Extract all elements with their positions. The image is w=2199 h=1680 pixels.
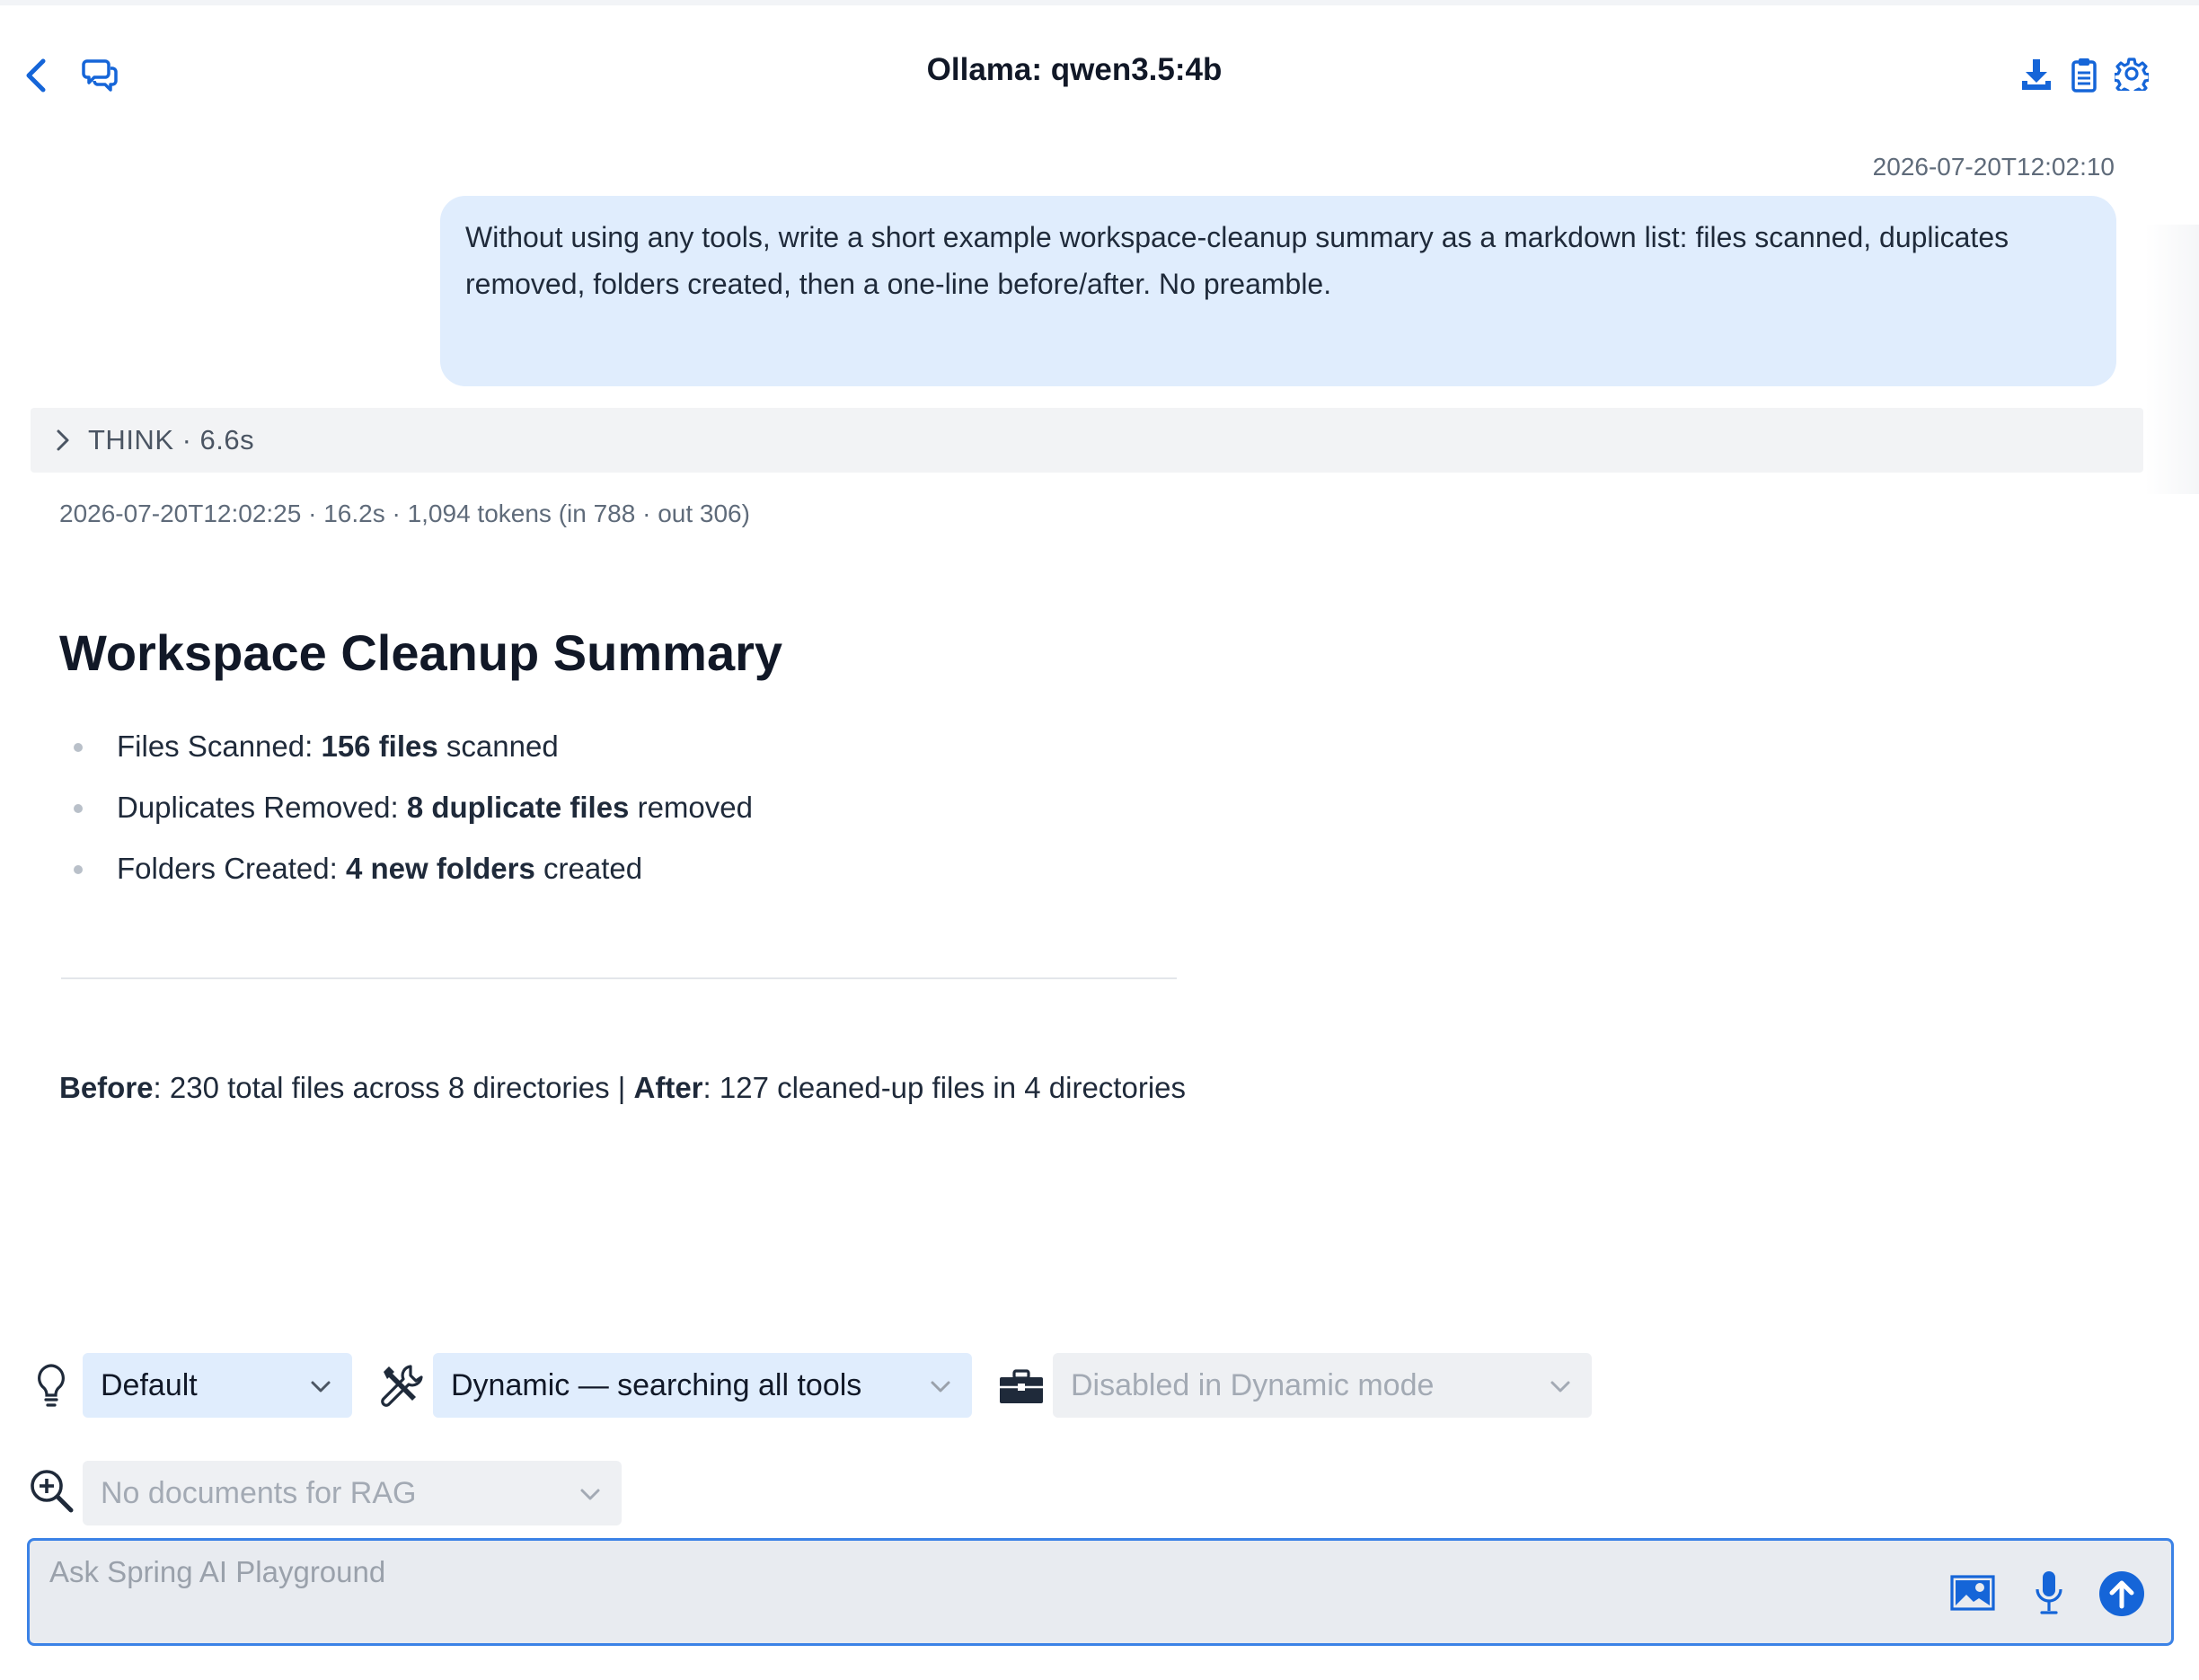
before-after-line: Before: 230 total files across 8 directo…	[59, 1071, 1187, 1104]
rag-search-icon	[27, 1466, 75, 1515]
settings-button[interactable]	[2113, 54, 2150, 93]
chevron-down-icon	[1550, 1381, 1570, 1393]
scroll-shadow	[2145, 225, 2199, 494]
chat-input-box	[27, 1538, 2174, 1646]
divider	[61, 977, 1177, 979]
user-message-bubble: Without using any tools, write a short e…	[440, 196, 2116, 386]
download-icon	[2022, 59, 2051, 90]
send-button[interactable]	[2097, 1569, 2146, 1618]
rag-select: No documents for RAG	[83, 1461, 622, 1525]
arrow-up-circle-icon	[2099, 1571, 2144, 1616]
chat-input[interactable]	[49, 1550, 1846, 1595]
microphone-icon	[2036, 1571, 2062, 1614]
page-title: Ollama: qwen3.5:4b	[926, 52, 1223, 87]
chevron-down-icon	[931, 1381, 950, 1393]
response-meta: 2026-07-20T12:02:25 · 16.2s · 1,094 toke…	[59, 500, 750, 527]
tools-icon	[377, 1362, 426, 1410]
user-message-timestamp: 2026-07-20T12:02:10	[1872, 153, 2115, 181]
chevron-right-icon	[57, 429, 69, 451]
bullet	[74, 804, 83, 813]
chevron-down-icon	[311, 1381, 331, 1393]
microphone-button[interactable]	[2031, 1568, 2067, 1618]
toolkit-select: Disabled in Dynamic mode	[1053, 1353, 1592, 1418]
copy-button[interactable]	[2068, 54, 2100, 95]
lightbulb-icon	[32, 1362, 70, 1410]
attach-image-button[interactable]	[1948, 1573, 1997, 1613]
bullet	[74, 743, 83, 752]
list-item: Duplicates Removed: 8 duplicate files re…	[59, 785, 1317, 846]
response-heading: Workspace Cleanup Summary	[59, 624, 783, 681]
bullet	[74, 865, 83, 874]
think-label: THINK · 6.6s	[88, 424, 255, 455]
toolbox-icon	[997, 1367, 1046, 1407]
summary-list: Files Scanned: 156 files scanned Duplica…	[59, 724, 1317, 907]
chevron-down-icon	[580, 1489, 600, 1500]
chat-header: Ollama: qwen3.5:4b	[0, 5, 2199, 131]
prompt-select[interactable]: Default	[83, 1353, 352, 1418]
list-item: Files Scanned: 156 files scanned	[59, 724, 1317, 785]
clipboard-icon	[2071, 58, 2097, 93]
think-toggle[interactable]: THINK · 6.6s	[31, 408, 2143, 473]
download-button[interactable]	[2019, 56, 2053, 93]
tools-select[interactable]: Dynamic — searching all tools	[433, 1353, 972, 1418]
gear-icon	[2115, 57, 2149, 91]
image-icon	[1950, 1575, 1995, 1611]
list-item: Folders Created: 4 new folders created	[59, 846, 1317, 907]
